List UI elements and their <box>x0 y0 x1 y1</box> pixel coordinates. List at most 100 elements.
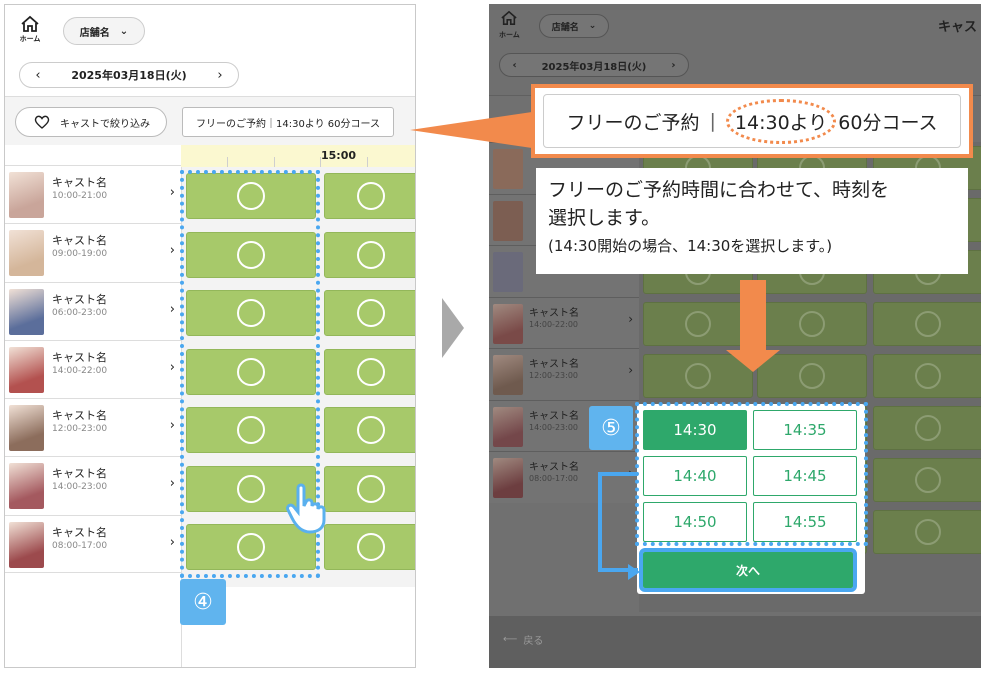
next-date-button[interactable]: › <box>217 68 222 83</box>
cast-row[interactable]: キャスト名 09:00-19:00 › <box>5 223 181 282</box>
back-label: 戻る <box>523 636 544 647</box>
instruction-sub: (14:30開始の場合、14:30を選択します。) <box>548 237 833 255</box>
prev-date-button[interactable]: ‹ <box>35 68 40 83</box>
instruction-main-line2: 選択します。 <box>548 207 661 229</box>
cast-photo <box>9 463 44 510</box>
instruction-main-line1: フリーのご予約時間に合わせて、時刻を <box>548 179 890 201</box>
cast-photo <box>493 149 523 189</box>
available-circle-icon <box>357 416 385 444</box>
cast-row[interactable]: キャスト名 10:00-21:00 › <box>5 165 181 224</box>
available-circle-icon <box>915 467 941 493</box>
cast-hours: 10:00-21:00 <box>52 191 108 201</box>
cast-row[interactable]: キャスト名 08:00-17:00 › <box>5 514 181 574</box>
time-slot[interactable] <box>757 302 867 346</box>
chevron-right-icon: › <box>169 476 175 492</box>
time-slot[interactable] <box>324 524 415 570</box>
time-slot[interactable] <box>324 407 415 453</box>
cast-photo <box>493 303 523 344</box>
available-circle-icon <box>357 533 385 561</box>
time-slot[interactable] <box>324 290 415 336</box>
time-slot[interactable] <box>324 348 415 395</box>
cast-filter-button[interactable]: キャストで絞り込み <box>15 107 167 137</box>
cast-name: キャスト名 <box>52 350 107 364</box>
chevron-right-icon: › <box>169 418 175 434</box>
cast-name: キャスト名 <box>52 292 107 306</box>
store-select[interactable]: 店舗名 ⌄ <box>539 14 609 38</box>
cast-name: キャスト名 <box>52 176 107 189</box>
available-circle-icon <box>357 357 385 386</box>
cast-hours: 14:00-22:00 <box>52 365 108 376</box>
cast-name: キャスト名 <box>529 462 579 473</box>
cast-photo <box>493 458 523 498</box>
time-slot[interactable] <box>873 406 981 450</box>
heart-icon <box>34 115 50 129</box>
page-title: キャス <box>937 20 977 35</box>
time-slot[interactable] <box>873 458 981 502</box>
time-slot[interactable] <box>873 510 981 554</box>
next-button[interactable]: 次へ <box>639 548 857 592</box>
cast-photo <box>493 252 523 292</box>
cast-hours: 06:00-23:00 <box>52 307 108 318</box>
chevron-right-icon: › <box>169 185 175 200</box>
cast-photo <box>9 230 44 277</box>
cast-row[interactable]: キャスト名14:00-23:00 › <box>5 456 181 515</box>
chevron-right-icon: › <box>169 534 175 550</box>
store-select[interactable]: 店舗名 ⌄ <box>63 17 145 45</box>
cast-photo <box>493 406 523 447</box>
home-button[interactable]: ホーム <box>15 15 45 51</box>
store-select-label: 店舗名 <box>551 22 579 33</box>
top-header: ホーム 店舗名 ⌄ キャス ‹ 2025年03月18日(火) › <box>489 4 981 96</box>
cast-hours: 14:00-23:00 <box>52 482 108 493</box>
transition-arrow <box>442 298 464 358</box>
time-slot[interactable] <box>873 302 981 346</box>
available-circle-icon <box>357 240 385 269</box>
cast-photo <box>9 405 44 452</box>
chevron-down-icon: ⌄ <box>588 21 597 31</box>
available-circle-icon <box>915 311 941 337</box>
prev-date-button[interactable]: ‹ <box>512 60 516 71</box>
chevron-right-icon: › <box>628 311 633 326</box>
cast-name: キャスト名 <box>52 525 107 539</box>
home-icon <box>21 15 39 32</box>
time-slot[interactable] <box>873 354 981 398</box>
cast-name: キャスト名 <box>529 410 579 422</box>
time-slot[interactable] <box>643 302 753 346</box>
cast-row[interactable]: キャスト名 12:00-23:00 › <box>489 348 639 400</box>
cast-hours: 14:00-22:00 <box>529 319 578 329</box>
date-navigator: ‹ 2025年03月18日(火) › <box>499 53 689 77</box>
flow-connector <box>598 472 638 572</box>
arrow-left-icon: ⟵ <box>503 634 518 645</box>
cast-name: キャスト名 <box>52 234 107 248</box>
time-slot[interactable] <box>324 173 415 219</box>
cast-row[interactable]: キャスト名 14:00-22:00 › <box>489 296 639 348</box>
cast-name: キャスト名 <box>529 359 579 370</box>
cast-list: キャスト名 10:00-21:00 › キャスト名 09:00-19:00 › キャスト名 0… <box>5 165 181 574</box>
cast-row[interactable]: キャスト名 12:00-23:00 › <box>5 398 181 457</box>
back-button[interactable]: ⟵ 戻る <box>503 632 543 647</box>
cast-row[interactable]: キャスト名 14:00-22:00 › <box>5 339 181 399</box>
callout-start-time: 14:30より <box>725 98 837 144</box>
home-button[interactable]: ホーム <box>499 10 520 40</box>
available-circle-icon <box>357 299 385 327</box>
instruction-box: フリーのご予約時間に合わせて、時刻を 選択します。 (14:30開始の場合、14… <box>536 168 968 274</box>
cast-photo <box>493 355 523 395</box>
cast-row[interactable]: キャスト名 06:00-23:00 › <box>5 281 181 340</box>
cast-hours: 08:00-17:00 <box>52 540 108 551</box>
chevron-right-icon: › <box>169 359 175 375</box>
available-circle-icon <box>915 363 941 389</box>
home-label: ホーム <box>499 31 520 39</box>
cast-photo <box>9 346 44 393</box>
current-date: 2025年03月18日(火) <box>541 61 647 73</box>
cast-hours: 08:00-17:00 <box>529 474 578 483</box>
available-circle-icon <box>915 415 941 441</box>
filter-row: キャストで絞り込み フリーのご予約｜14:30より 60分コース <box>5 97 415 145</box>
time-options-outline <box>635 402 868 546</box>
course-info-bar: フリーのご予約｜14:30より 60分コース <box>182 107 394 137</box>
time-slot[interactable] <box>324 465 415 512</box>
next-date-button[interactable]: › <box>671 60 675 71</box>
cast-name: キャスト名 <box>52 467 107 481</box>
time-slot[interactable] <box>324 231 415 278</box>
available-circle-icon <box>685 363 711 389</box>
callout-course: 60分コース <box>838 111 938 134</box>
step-badge-5: ⑤ <box>589 406 633 450</box>
